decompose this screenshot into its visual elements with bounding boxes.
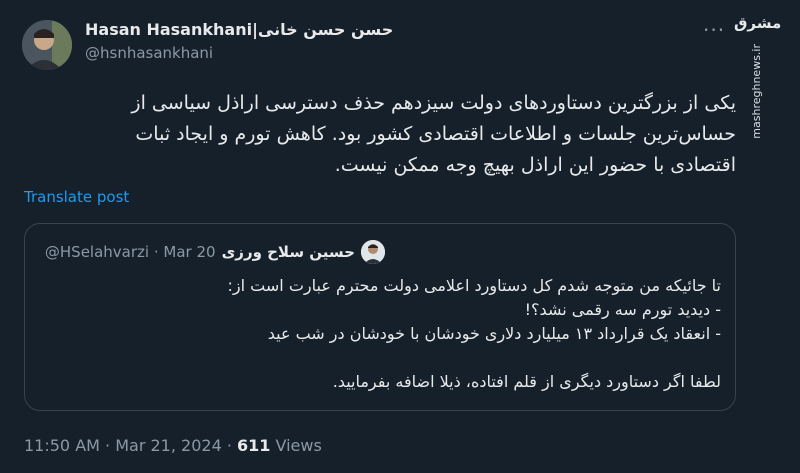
quote-text: تا جائیکه من متوجه شدم کل دستاورد اعلامی…: [41, 274, 721, 394]
watermark-logo: مشرق: [734, 14, 782, 32]
views-count: 611: [237, 436, 271, 455]
quote-meta: @HSelahvarzi · Mar 20: [45, 243, 216, 261]
quote-author-avatar: [361, 240, 385, 264]
watermark-url: mashreghnews.ir: [750, 44, 763, 139]
quote-line: لطفا اگر دستاورد دیگری از قلم افتاده، ذی…: [332, 372, 721, 391]
views-label: Views: [275, 436, 322, 455]
quote-line: [41, 346, 721, 370]
post-date[interactable]: Mar 21, 2024: [115, 436, 222, 455]
quote-line: - انعقاد یک قرارداد ۱۳ میلیارد دلاری خود…: [267, 324, 721, 343]
footer-separator: ·: [105, 436, 116, 455]
quote-author-name: حسین سلاح ورزی: [221, 243, 355, 261]
tweet-line: اقتصادی با حضور این اراذل بهیچ وجه ممکن …: [334, 154, 736, 176]
quote-separator: ·: [153, 243, 164, 261]
footer-separator: ·: [226, 436, 238, 455]
post-time[interactable]: 11:50 AM: [24, 436, 100, 455]
quote-author-handle: @HSelahvarzi: [44, 243, 150, 261]
tweet-line: یکی از بزرگترین دستاوردهای دولت سیزدهم ح…: [131, 92, 736, 114]
author-avatar[interactable]: [22, 20, 72, 70]
author-name[interactable]: Hasan Hasankhani|حسن حسن خانی: [85, 20, 393, 39]
translate-post-link[interactable]: Translate post: [24, 188, 129, 206]
quoted-tweet[interactable]: حسین سلاح ورزی @HSelahvarzi · Mar 20 تا …: [24, 223, 736, 411]
quote-header: حسین سلاح ورزی @HSelahvarzi · Mar 20: [45, 240, 385, 264]
author-header: Hasan Hasankhani|حسن حسن خانی @hsnhasank…: [85, 20, 393, 62]
tweet-text: یکی از بزرگترین دستاوردهای دولت سیزدهم ح…: [30, 88, 736, 181]
author-handle[interactable]: @hsnhasankhani: [85, 44, 393, 62]
quote-line: - دیدید تورم سه رقمی نشد؟!: [524, 300, 721, 319]
quote-line: تا جائیکه من متوجه شدم کل دستاورد اعلامی…: [227, 276, 721, 295]
watermark: مشرق mashreghnews.ir: [730, 4, 800, 154]
ellipsis-icon[interactable]: ···: [703, 18, 725, 42]
author-name-text[interactable]: Hasan Hasankhani|حسن حسن خانی: [85, 20, 393, 39]
quote-date: Mar 20: [163, 243, 216, 261]
tweet-line: حساس‌ترین جلسات و اطلاعات اقتصادی کشور ب…: [135, 123, 736, 145]
tweet-footer: 11:50 AM · Mar 21, 2024 · 611 Views: [24, 436, 322, 455]
